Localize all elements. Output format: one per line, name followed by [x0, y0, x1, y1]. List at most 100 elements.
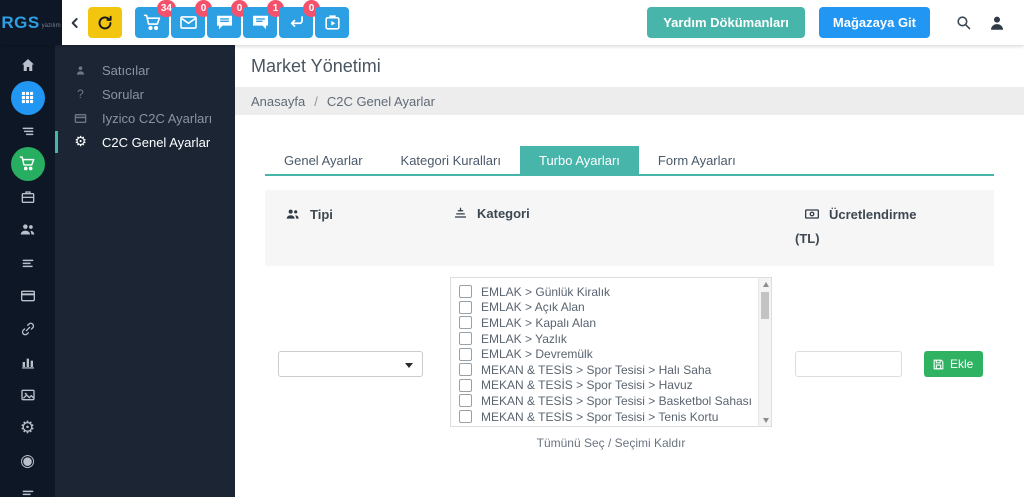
- column-type-label: Tipi: [310, 206, 333, 222]
- briefcase-icon: [21, 190, 34, 203]
- checkbox[interactable]: [459, 363, 472, 377]
- cart-icon: [19, 156, 35, 171]
- icon-rail: ⚙ ◉: [0, 45, 55, 497]
- app-body: ⚙ ◉ Satıcılar ? Sorular Iyzico C2C Ayarl…: [0, 45, 1024, 497]
- search-icon: [956, 16, 970, 30]
- select-all-toggle[interactable]: Tümünü Seç / Seçimi Kaldır: [450, 436, 772, 450]
- checkbox[interactable]: [459, 300, 472, 314]
- tab-genel-ayarlar[interactable]: Genel Ayarlar: [265, 146, 382, 174]
- user-menu-button[interactable]: [980, 6, 1014, 40]
- rail-item-more[interactable]: [0, 477, 55, 497]
- refresh-button[interactable]: [88, 7, 122, 38]
- submenu-item-sorular[interactable]: ? Sorular: [55, 82, 235, 106]
- rail-item-payments[interactable]: [0, 279, 55, 312]
- tab-turbo-ayarlari[interactable]: Turbo Ayarları: [519, 146, 639, 174]
- logo-text: RGS: [1, 12, 40, 32]
- checkbox[interactable]: [459, 332, 472, 346]
- chat-button[interactable]: 1: [243, 0, 284, 38]
- users-icon: [286, 209, 299, 219]
- scroll-up-arrow[interactable]: [759, 278, 771, 290]
- category-option[interactable]: MEKAN & TESİS > Spor Tesisi > Halı Saha: [459, 362, 751, 378]
- cart-button[interactable]: 34: [135, 0, 176, 38]
- comments-button[interactable]: 0: [207, 0, 248, 38]
- breadcrumb-home-link[interactable]: Anasayfa: [251, 94, 305, 109]
- sort-layers-icon: [454, 207, 467, 218]
- briefcase-play-icon: [324, 15, 340, 30]
- checkbox[interactable]: [459, 378, 472, 392]
- comment-icon: [216, 15, 232, 30]
- submenu-item-c2c-genel-ayarlar[interactable]: ⚙ C2C Genel Ayarlar: [55, 130, 235, 154]
- checkbox[interactable]: [459, 347, 472, 361]
- tabs: Genel Ayarlar Kategori Kuralları Turbo A…: [265, 146, 994, 176]
- submenu-item-saticilar[interactable]: Satıcılar: [55, 58, 235, 82]
- rail-item-apps[interactable]: [0, 80, 55, 115]
- search-button[interactable]: [946, 6, 980, 40]
- credit-card-icon: [72, 112, 89, 125]
- gear-icon: ⚙: [19, 417, 36, 438]
- scroll-thumb[interactable]: [761, 292, 769, 319]
- category-option[interactable]: MEKAN & TESİS > Spor Tesisi > Tenis Kort…: [459, 409, 751, 425]
- rail-item-links[interactable]: [0, 312, 55, 345]
- top-bar: RGS yazılım 34 0 0 1 0 Yardım Dökümanlar…: [0, 0, 1024, 45]
- bar-chart-icon: [21, 358, 34, 369]
- category-option[interactable]: EMLAK > Devremülk: [459, 346, 751, 362]
- listbox-scrollbar[interactable]: [758, 278, 771, 426]
- rail-item-market[interactable]: [0, 146, 55, 181]
- category-listbox[interactable]: EMLAK > Günlük Kiralık EMLAK > Açık Alan…: [450, 277, 772, 427]
- rail-item-reports[interactable]: [0, 345, 55, 378]
- gear-icon: ⚙: [74, 134, 87, 150]
- checkbox[interactable]: [459, 410, 472, 424]
- tab-area: Genel Ayarlar Kategori Kuralları Turbo A…: [265, 146, 994, 176]
- rail-item-settings[interactable]: ⚙: [0, 411, 55, 444]
- category-option[interactable]: MEKAN & TESİS > Spor Tesisi > Basketbol …: [459, 393, 752, 409]
- table-header: Tipi Kategori Ücretlendirme (TL): [265, 190, 994, 266]
- mail-button[interactable]: 0: [171, 0, 212, 38]
- checkbox[interactable]: [459, 394, 472, 408]
- topbar-right: Yardım Dökümanları Mağazaya Git: [647, 0, 1024, 45]
- logo[interactable]: RGS yazılım: [0, 0, 62, 45]
- scroll-down-arrow[interactable]: [759, 414, 771, 426]
- chat-icon: [252, 15, 268, 30]
- tab-kategori-kurallari[interactable]: Kategori Kuralları: [382, 146, 520, 174]
- returns-button[interactable]: 0: [279, 0, 320, 38]
- breadcrumb-current: C2C Genel Ayarlar: [326, 94, 435, 109]
- submenu-item-iyzico-c2c-ayarlari[interactable]: Iyzico C2C Ayarları: [55, 106, 235, 130]
- price-input[interactable]: [795, 351, 902, 377]
- user-icon: [991, 16, 1003, 30]
- category-option[interactable]: EMLAK > Açık Alan: [459, 300, 751, 316]
- category-option[interactable]: MEKAN & TESİS > Spor Tesisi > Havuz: [459, 378, 751, 394]
- tab-form-ayarlari[interactable]: Form Ayarları: [639, 146, 755, 174]
- rail-item-media[interactable]: [0, 378, 55, 411]
- help-docs-button[interactable]: Yardım Dökümanları: [647, 7, 805, 38]
- category-option[interactable]: EMLAK > Günlük Kiralık: [459, 284, 751, 300]
- go-to-store-button[interactable]: Mağazaya Git: [818, 7, 930, 38]
- checkbox[interactable]: [459, 316, 472, 330]
- main-content: Market Yönetimi Anasayfa / C2C Genel Aya…: [235, 45, 1024, 497]
- chevron-left-icon: [71, 17, 78, 28]
- apps-circle: [10, 80, 45, 115]
- lines-icon: [22, 259, 33, 267]
- rail-item-lists[interactable]: [0, 114, 55, 147]
- type-select[interactable]: [278, 351, 423, 377]
- lines-icon: [22, 127, 33, 135]
- category-option[interactable]: EMLAK > Kapalı Alan: [459, 315, 751, 331]
- submenu-item-label: Satıcılar: [102, 62, 150, 78]
- turbo-form-row: EMLAK > Günlük Kiralık EMLAK > Açık Alan…: [265, 277, 994, 450]
- checkbox[interactable]: [459, 285, 472, 299]
- rail-item-home[interactable]: [0, 48, 55, 81]
- store-media-button[interactable]: [315, 7, 349, 38]
- submenu-item-label: Sorular: [102, 86, 144, 102]
- person-icon: [72, 65, 89, 76]
- column-pricing-unit: (TL): [795, 231, 820, 246]
- rail-item-orders[interactable]: [0, 246, 55, 279]
- category-option[interactable]: EMLAK > Yazlık: [459, 331, 751, 347]
- rail-item-customers[interactable]: [0, 213, 55, 246]
- add-button-label: Ekle: [950, 357, 974, 371]
- images-icon: [20, 389, 35, 400]
- add-button[interactable]: Ekle: [924, 351, 984, 377]
- rail-item-products[interactable]: [0, 180, 55, 213]
- save-icon: [933, 359, 944, 369]
- rail-item-targets[interactable]: ◉: [0, 444, 55, 477]
- refresh-icon: [98, 15, 112, 29]
- collapse-sidebar-button[interactable]: [62, 0, 88, 45]
